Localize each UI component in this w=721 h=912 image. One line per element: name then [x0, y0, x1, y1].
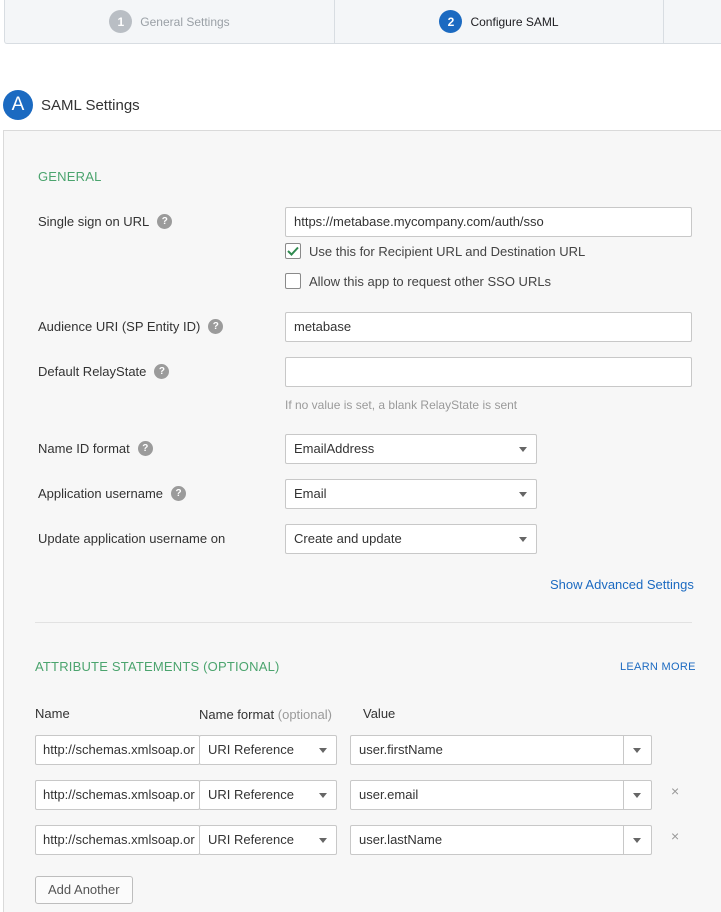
audience-uri-label-text: Audience URI (SP Entity ID)	[38, 319, 201, 334]
step-number: 2	[439, 10, 463, 33]
help-icon[interactable]: ?	[208, 319, 224, 334]
attribute-value-combobox[interactable]: user.firstName	[350, 735, 652, 765]
attribute-value-text: user.email	[359, 787, 419, 802]
caret-down-icon	[319, 793, 327, 798]
update-username-label: Update application username on	[38, 531, 225, 546]
attribute-name-input[interactable]: http://schemas.xmlsoap.or	[35, 735, 200, 765]
name-id-format-select[interactable]: EmailAddress	[285, 434, 537, 464]
section-title: SAML Settings	[41, 96, 140, 114]
general-title: GENERAL	[38, 169, 102, 184]
recipient-url-label: Use this for Recipient URL and Destinati…	[309, 243, 586, 259]
attribute-format-value: URI Reference	[208, 787, 294, 802]
name-id-format-value: EmailAddress	[294, 441, 375, 456]
help-icon[interactable]: ?	[171, 486, 187, 501]
attribute-format-select[interactable]: URI Reference	[199, 825, 337, 855]
attribute-value-dropdown-button[interactable]	[623, 736, 651, 764]
checkmark-icon	[287, 246, 299, 256]
sso-url-input[interactable]: https://metabase.mycompany.com/auth/sso	[285, 207, 692, 237]
column-header-name: Name	[35, 706, 70, 721]
update-username-select[interactable]: Create and update	[285, 524, 537, 554]
step-number: 1	[109, 10, 133, 33]
help-icon[interactable]: ?	[154, 364, 170, 379]
step-label: Configure SAML	[470, 14, 559, 29]
attribute-format-value: URI Reference	[208, 832, 294, 847]
name-id-format-label: Name ID format ?	[38, 441, 153, 456]
caret-down-icon	[319, 748, 327, 753]
show-advanced-settings-link[interactable]: Show Advanced Settings	[550, 577, 694, 592]
name-id-format-label-text: Name ID format	[38, 441, 130, 456]
relay-state-label-text: Default RelayState	[38, 364, 147, 379]
step-general-settings[interactable]: 1 General Settings	[5, 0, 334, 43]
attribute-format-select[interactable]: URI Reference	[199, 780, 337, 810]
caret-down-icon	[519, 492, 527, 497]
help-icon[interactable]: ?	[157, 214, 173, 229]
section-divider	[35, 622, 692, 623]
attribute-format-value: URI Reference	[208, 742, 294, 757]
help-icon[interactable]: ?	[137, 441, 153, 456]
attribute-statements-title: ATTRIBUTE STATEMENTS (OPTIONAL)	[35, 659, 280, 674]
other-sso-label: Allow this app to request other SSO URLs	[309, 273, 552, 289]
column-header-format: Name format (optional)	[199, 707, 332, 722]
attribute-value-combobox[interactable]: user.lastName	[350, 825, 652, 855]
other-sso-option[interactable]: Allow this app to request other SSO URLs	[285, 273, 551, 289]
attribute-name-input[interactable]: http://schemas.xmlsoap.or	[35, 825, 200, 855]
app-username-label-text: Application username	[38, 486, 164, 501]
audience-uri-label: Audience URI (SP Entity ID) ?	[38, 319, 224, 334]
caret-down-icon	[519, 537, 527, 542]
sso-url-label: Single sign on URL ?	[38, 214, 173, 229]
step-label: General Settings	[140, 14, 230, 29]
update-username-label-text: Update application username on	[38, 531, 226, 546]
relay-state-label: Default RelayState ?	[38, 364, 170, 379]
audience-uri-input[interactable]: metabase	[285, 312, 692, 342]
section-badge: A	[3, 90, 33, 120]
column-header-format-optional: (optional)	[277, 707, 332, 722]
caret-down-icon	[319, 838, 327, 843]
wizard-stepper: 1 General Settings 2 Configure SAML	[4, 0, 721, 44]
add-another-button[interactable]: Add Another	[35, 876, 133, 904]
app-username-value: Email	[294, 486, 327, 501]
app-username-select[interactable]: Email	[285, 479, 537, 509]
attribute-value-text: user.lastName	[359, 832, 443, 847]
attribute-format-select[interactable]: URI Reference	[199, 735, 337, 765]
column-header-format-text: Name format	[199, 707, 275, 722]
caret-down-icon	[633, 793, 641, 798]
attribute-value-dropdown-button[interactable]	[623, 781, 651, 809]
attribute-name-input[interactable]: http://schemas.xmlsoap.or	[35, 780, 200, 810]
attribute-value-text: user.firstName	[359, 742, 443, 757]
attribute-value-combobox[interactable]: user.email	[350, 780, 652, 810]
remove-row-icon[interactable]: ×	[671, 783, 679, 799]
relay-state-input[interactable]	[285, 357, 692, 387]
recipient-url-checkbox[interactable]	[285, 243, 301, 259]
attribute-value-dropdown-button[interactable]	[623, 826, 651, 854]
learn-more-link[interactable]: LEARN MORE	[620, 661, 696, 673]
column-header-value: Value	[363, 706, 396, 721]
sso-url-label-text: Single sign on URL	[38, 214, 150, 229]
caret-down-icon	[519, 447, 527, 452]
update-username-value: Create and update	[294, 531, 402, 546]
section-header: A SAML Settings	[3, 90, 140, 120]
caret-down-icon	[633, 838, 641, 843]
caret-down-icon	[633, 748, 641, 753]
remove-row-icon[interactable]: ×	[671, 828, 679, 844]
relay-state-hint: If no value is set, a blank RelayState i…	[285, 398, 518, 412]
recipient-url-option[interactable]: Use this for Recipient URL and Destinati…	[285, 243, 585, 259]
app-username-label: Application username ?	[38, 486, 187, 501]
other-sso-checkbox[interactable]	[285, 273, 301, 289]
saml-settings-panel: GENERAL Single sign on URL ? https://met…	[3, 130, 721, 912]
step-configure-saml[interactable]: 2 Configure SAML	[334, 0, 664, 43]
